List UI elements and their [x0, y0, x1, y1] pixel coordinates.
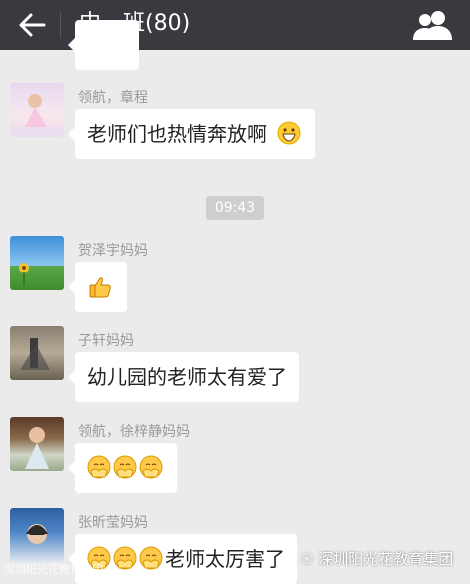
- chat-area[interactable]: 领航，章程 老师们也热情奔放啊 09:43 贺泽宇妈妈 子轩妈妈 幼儿园的老师太…: [0, 20, 470, 584]
- clapping-emoji-icon: [113, 546, 137, 570]
- watermark-small: 深圳阳光花教育集团: [4, 563, 103, 576]
- previous-message-bubble[interactable]: [68, 20, 139, 70]
- back-arrow-icon[interactable]: [14, 8, 50, 42]
- sender-name: 张昕莹妈妈: [78, 515, 148, 531]
- avatar[interactable]: [10, 326, 64, 380]
- avatar[interactable]: [10, 508, 64, 562]
- wechat-logo-icon: ☉: [300, 550, 319, 568]
- message-text: 幼儿园的老师太有爱了: [87, 365, 287, 389]
- group-members-icon[interactable]: [410, 6, 456, 44]
- message-bubble[interactable]: 老师们也热情奔放啊: [67, 109, 316, 159]
- clapping-emoji-icon: [87, 455, 111, 479]
- sender-name: 领航，章程: [78, 90, 148, 106]
- avatar[interactable]: [10, 83, 64, 137]
- header-divider: [60, 12, 61, 38]
- timestamp: 09:43: [206, 196, 264, 220]
- message-bubble[interactable]: [68, 262, 127, 312]
- clapping-emoji-icon: [113, 455, 137, 479]
- avatar[interactable]: [10, 236, 64, 290]
- clapping-emoji-icon: [139, 546, 163, 570]
- message-text: 老师太厉害了: [165, 547, 285, 571]
- avatar[interactable]: [10, 417, 64, 471]
- message-bubble[interactable]: 幼儿园的老师太有爱了: [68, 352, 299, 402]
- clapping-emoji-icon: [139, 455, 163, 479]
- message-text: 老师们也热情奔放啊: [87, 122, 267, 146]
- sender-name: 贺泽宇妈妈: [78, 243, 148, 259]
- grin-emoji-icon: [277, 121, 301, 145]
- message-bubble[interactable]: [68, 443, 177, 493]
- sender-name: 领航，徐梓静妈妈: [78, 424, 190, 440]
- message-bubble[interactable]: 老师太厉害了: [68, 534, 297, 584]
- thumbs-up-icon: [89, 277, 111, 298]
- sender-name: 子轩妈妈: [78, 333, 134, 349]
- watermark: ☉ 深圳阳光花教育集团: [300, 550, 454, 568]
